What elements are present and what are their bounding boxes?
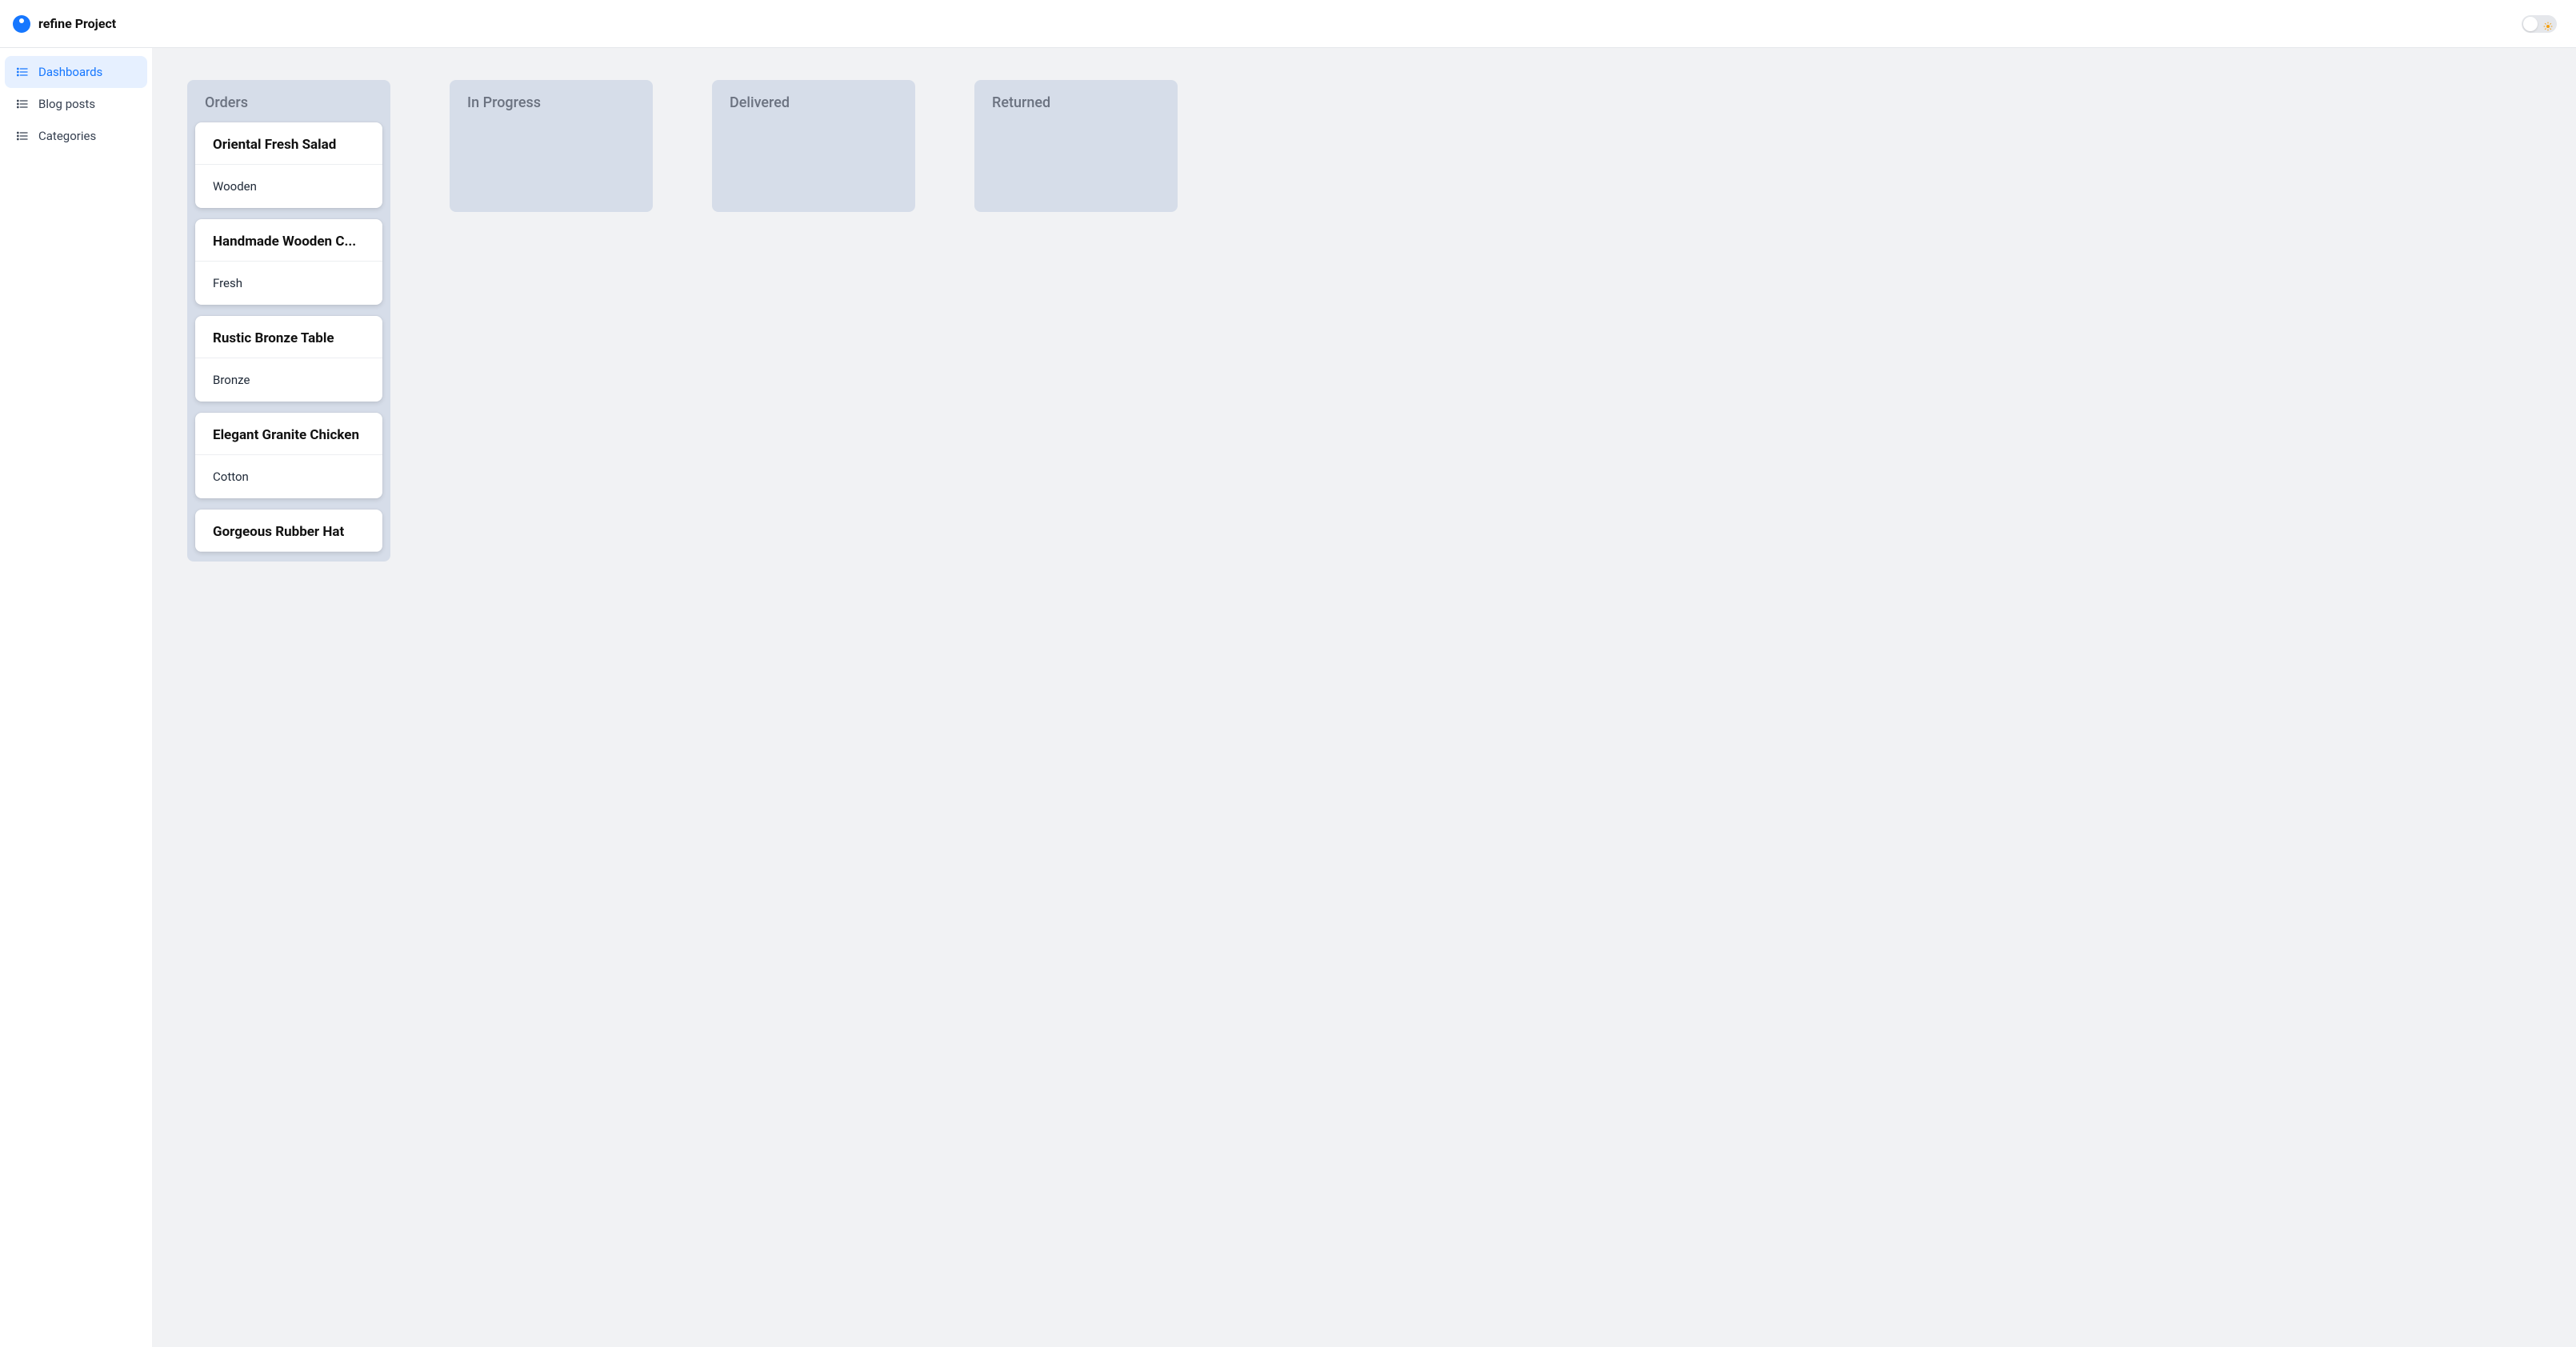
card-subtitle: Wooden	[195, 165, 382, 208]
card-subtitle: Bronze	[195, 358, 382, 402]
column-body	[712, 122, 915, 202]
column-in-progress[interactable]: In Progress	[450, 80, 653, 212]
column-orders[interactable]: Orders Oriental Fresh Salad Wooden Handm…	[187, 80, 390, 562]
column-body: Oriental Fresh Salad Wooden Handmade Woo…	[187, 122, 390, 552]
sidebar-item-blog-posts[interactable]: Blog posts	[5, 88, 147, 120]
card[interactable]: Elegant Granite Chicken Cotton	[195, 413, 382, 498]
theme-toggle[interactable]	[2522, 15, 2557, 33]
column-body	[450, 122, 653, 202]
sidebar-item-label: Dashboards	[38, 65, 102, 79]
card-title: Gorgeous Rubber Hat	[195, 510, 382, 552]
card[interactable]: Gorgeous Rubber Hat	[195, 510, 382, 552]
sun-icon	[2543, 19, 2553, 29]
card-title: Rustic Bronze Table	[195, 316, 382, 358]
card-subtitle: Fresh	[195, 262, 382, 305]
brand-title: refine Project	[38, 16, 116, 31]
card[interactable]: Oriental Fresh Salad Wooden	[195, 122, 382, 208]
sidebar-item-label: Blog posts	[38, 97, 95, 111]
card-title: Oriental Fresh Salad	[195, 122, 382, 165]
column-body	[974, 122, 1178, 202]
list-icon	[16, 98, 29, 110]
brand: refine Project	[13, 15, 116, 33]
column-title: Returned	[974, 80, 1178, 122]
column-title: In Progress	[450, 80, 653, 122]
column-title: Orders	[187, 80, 390, 122]
toggle-knob	[2523, 17, 2538, 31]
sidebar-item-categories[interactable]: Categories	[5, 120, 147, 152]
card[interactable]: Handmade Wooden C... Fresh	[195, 219, 382, 305]
kanban-board: Orders Oriental Fresh Salad Wooden Handm…	[187, 80, 2541, 562]
card-title: Elegant Granite Chicken	[195, 413, 382, 455]
sidebar: Dashboards Blog posts Categories	[0, 48, 152, 1347]
sidebar-item-dashboards[interactable]: Dashboards	[5, 56, 147, 88]
list-icon	[16, 66, 29, 78]
column-title: Delivered	[712, 80, 915, 122]
topbar: refine Project	[0, 0, 2576, 48]
column-delivered[interactable]: Delivered	[712, 80, 915, 212]
sidebar-item-label: Categories	[38, 129, 96, 143]
list-icon	[16, 130, 29, 142]
refine-logo-icon	[13, 15, 30, 33]
main-content: Orders Oriental Fresh Salad Wooden Handm…	[152, 48, 2576, 1347]
column-returned[interactable]: Returned	[974, 80, 1178, 212]
card[interactable]: Rustic Bronze Table Bronze	[195, 316, 382, 402]
card-title: Handmade Wooden C...	[195, 219, 382, 262]
card-subtitle: Cotton	[195, 455, 382, 498]
